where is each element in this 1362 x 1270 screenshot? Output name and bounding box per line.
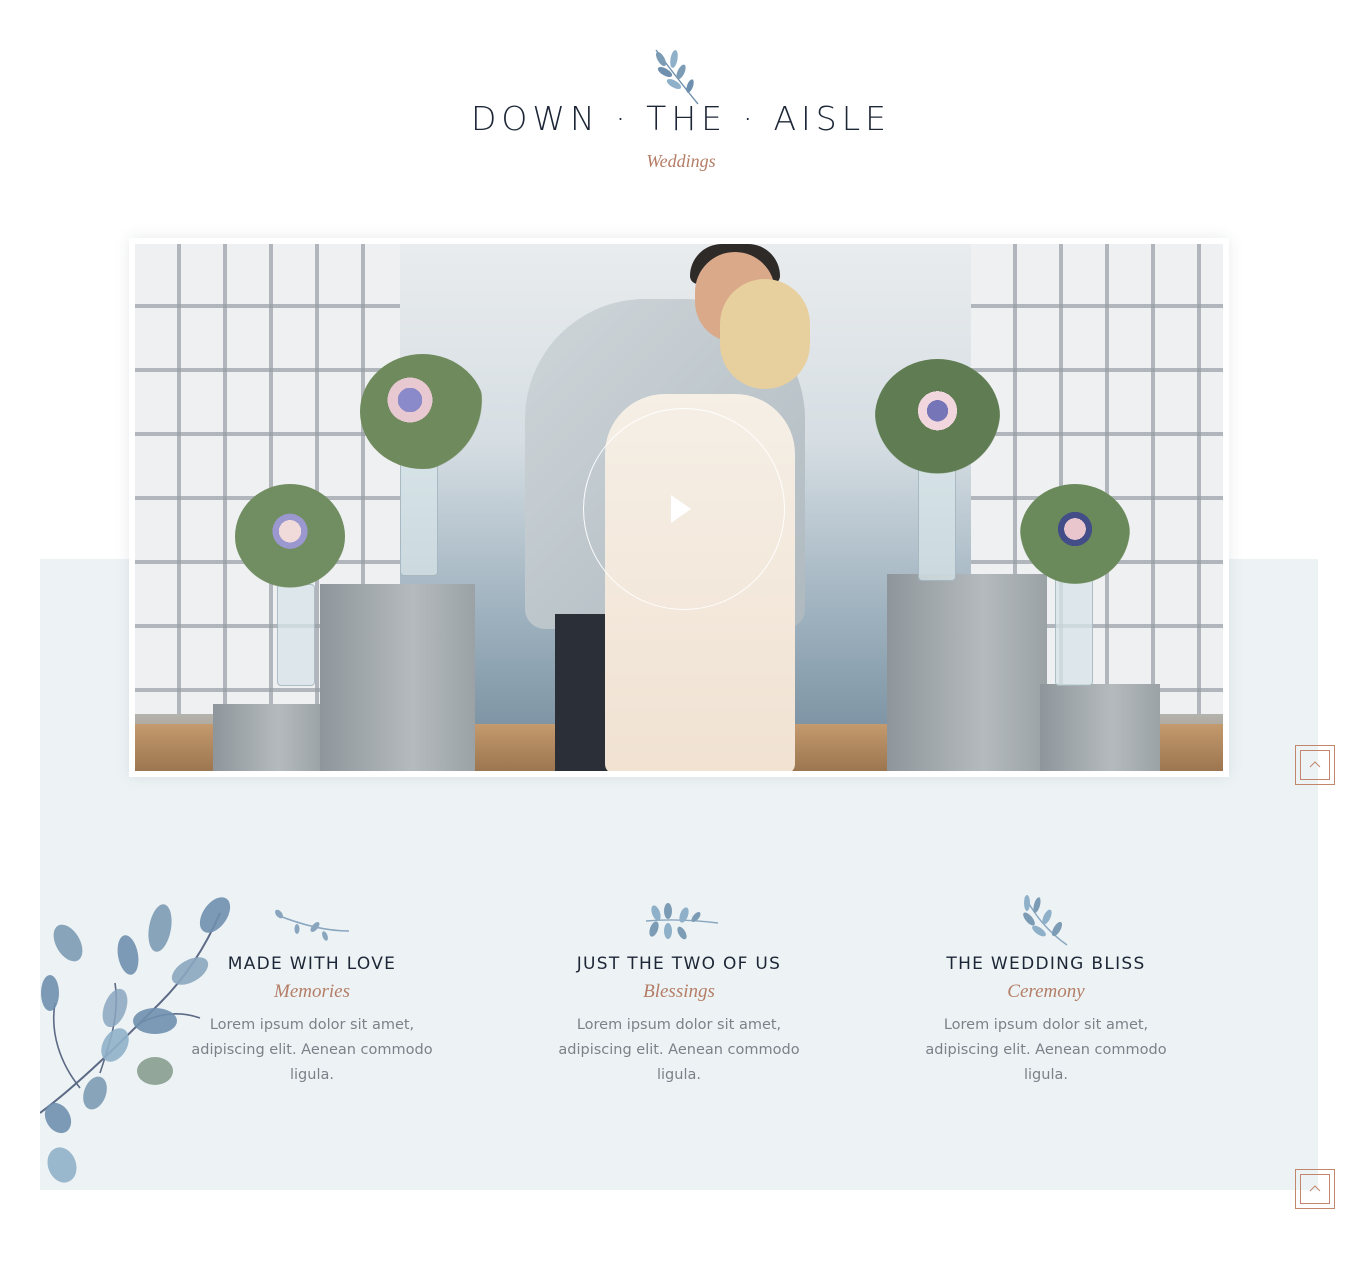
back-to-top-inner — [1300, 750, 1330, 780]
chevron-up-icon — [1309, 761, 1321, 768]
feature-subtitle: Memories — [274, 981, 350, 1002]
flower-bouquet — [875, 359, 1000, 474]
pedestal — [213, 704, 323, 771]
feature-subtitle: Blessings — [643, 981, 715, 1002]
page: DOWN · THE · AISLE Weddings MADE WITH LO… — [0, 0, 1362, 1270]
video-frame — [129, 238, 1229, 777]
wedding-video-thumbnail[interactable] — [135, 244, 1223, 771]
flower-bouquet — [360, 354, 485, 469]
page-title: DOWN · THE · AISLE — [471, 99, 891, 138]
leaf-branch-icon — [1023, 895, 1068, 946]
feature-title: THE WEDDING BLISS — [946, 954, 1146, 974]
feature-made-with-love: MADE WITH LOVE Memories Lorem ipsum dolo… — [142, 893, 482, 1088]
back-to-top-button[interactable] — [1295, 1169, 1335, 1209]
feature-just-the-two-of-us: JUST THE TWO OF US Blessings Lorem ipsum… — [509, 893, 849, 1088]
vase — [277, 584, 315, 686]
feature-title: JUST THE TWO OF US — [576, 954, 782, 974]
bride-hair — [720, 279, 810, 389]
play-icon — [671, 495, 691, 523]
feature-the-wedding-bliss: THE WEDDING BLISS Ceremony Lorem ipsum d… — [876, 893, 1216, 1088]
flower-bouquet — [235, 484, 345, 589]
leaf-sprig-icon — [645, 903, 719, 940]
feature-title: MADE WITH LOVE — [227, 954, 397, 974]
feature-text: Lorem ipsum dolor sit amet, adipiscing e… — [925, 1017, 1167, 1083]
back-to-top-inner — [1300, 1174, 1330, 1204]
feature-text: Lorem ipsum dolor sit amet, adipiscing e… — [558, 1017, 800, 1083]
pedestal — [887, 574, 1047, 771]
feature-text: Lorem ipsum dolor sit amet, adipiscing e… — [191, 1017, 433, 1083]
chevron-up-icon — [1309, 1185, 1321, 1192]
flower-bouquet — [1020, 484, 1130, 584]
play-button[interactable] — [583, 408, 785, 610]
back-to-top-button[interactable] — [1295, 745, 1335, 785]
pedestal — [320, 584, 475, 771]
pedestal — [1040, 684, 1160, 771]
twig-icon — [275, 909, 350, 941]
feature-subtitle: Ceremony — [1007, 981, 1085, 1002]
vase — [400, 454, 438, 576]
page-subtitle: Weddings — [646, 151, 716, 171]
